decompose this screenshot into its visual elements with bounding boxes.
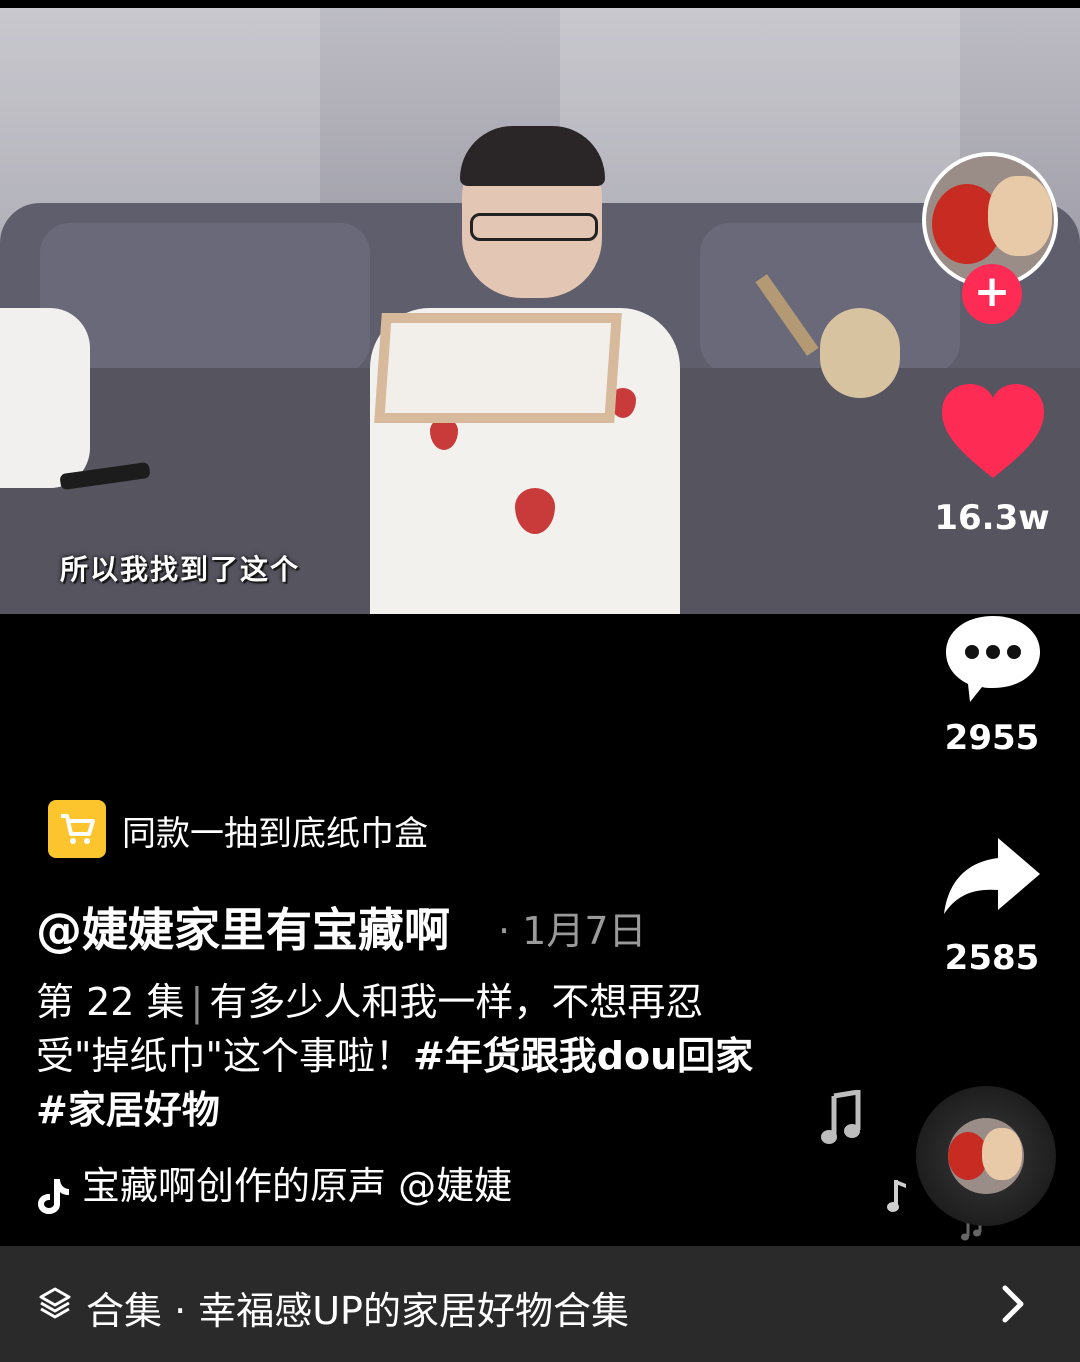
pillow [0, 308, 90, 488]
disc-dog [982, 1128, 1022, 1180]
glasses [470, 213, 598, 241]
person-hair [460, 126, 605, 186]
tissue-box [374, 313, 622, 423]
heart-icon[interactable] [940, 382, 1046, 482]
post-date: · 1月7日 [498, 909, 647, 953]
like-count: 16.3w [934, 498, 1050, 538]
cart-icon [61, 814, 95, 844]
collection-label[interactable]: 合集 · 幸福感UP的家居好物合集 [86, 1280, 629, 1335]
product-link[interactable]: 同款一抽到底纸巾盒 [122, 806, 428, 855]
follow-button[interactable]: + [962, 264, 1022, 324]
tiktok-icon [38, 1179, 69, 1214]
music-title[interactable]: 宝藏啊创作的原声 @婕婕 [82, 1160, 602, 1212]
video-frame[interactable]: 所以我找到了这个 [0, 8, 1080, 614]
chevron-right-icon[interactable] [1000, 1284, 1026, 1324]
comment-count: 2955 [944, 718, 1040, 758]
post-description: 第 22 集 | 有多少人和我一样，不想再忍受"掉纸巾"这个事啦！#年货跟我dou回… [36, 975, 796, 1137]
hashtag[interactable]: #家居好物 [36, 1088, 220, 1132]
video-subtitle: 所以我找到了这个 [60, 553, 301, 586]
music-disc-cover [948, 1118, 1024, 1194]
hashtag[interactable]: #年货跟我dou回家 [413, 1034, 753, 1078]
music-note-icon [887, 1180, 906, 1212]
share-icon[interactable] [942, 836, 1042, 916]
avatar-dog [988, 176, 1052, 256]
comment-icon[interactable] [942, 612, 1044, 706]
ukulele [820, 308, 900, 398]
episode-label[interactable]: 第 22 集 [36, 980, 185, 1024]
layers-icon [39, 1287, 71, 1319]
share-count: 2585 [944, 938, 1040, 978]
music-note-icon [821, 1090, 861, 1144]
episode-separator: | [190, 980, 204, 1024]
author-name[interactable]: @婕婕家里有宝藏啊 [36, 894, 450, 960]
cart-badge[interactable] [48, 800, 106, 858]
